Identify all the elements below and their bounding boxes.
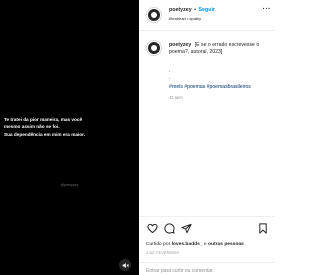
login-to-comment-link[interactable]: Entrar para curtir ou comentar. [146,268,214,274]
caption-dots: . . [169,68,170,81]
post-header: poetyzey • Seguir Ønwheart • apathy ··· [139,0,275,31]
liked-by-user[interactable]: loves.badds_ [172,242,203,247]
caption-time: 41 sem [169,95,183,100]
heart-icon[interactable] [146,222,158,234]
caption-avatar[interactable] [146,40,162,56]
speaker-muted-icon[interactable] [119,259,131,271]
comment-icon[interactable] [163,222,175,234]
overlay-line: mesmo assim não se foi. [4,124,60,130]
divider [139,216,275,217]
caption-username[interactable]: poetyzey [169,42,191,48]
avatar-icon [148,9,160,21]
caption-dot: . [169,68,171,74]
audio-link[interactable]: Ønwheart • apathy [169,16,201,21]
avatar-icon [148,42,160,54]
separator-dot: • [194,7,197,13]
post-date: 4 DE FEVEREIRO [146,251,180,255]
more-icon[interactable]: ··· [263,6,272,13]
overlay-line: Te tratei da pior maneira, mas você [4,117,83,122]
caption-hashtags[interactable]: #reels #poemas #poemasbrasileiros [169,84,251,90]
header-user-line: poetyzey • Seguir [169,7,215,13]
likes-summary: Curtido por loves.badds_ e outras pessoa… [146,242,244,247]
avatar[interactable] [146,7,162,23]
likes-prefix: Curtido por [146,242,171,247]
follow-button[interactable]: Seguir [199,7,215,13]
video-overlay-text: Te tratei da pior maneira, mas você mesm… [4,116,136,138]
share-icon[interactable] [180,222,192,234]
caption-dot: . [169,74,171,81]
comment-bar: Entrar para curtir ou comentar. [139,262,275,275]
post-panel: poetyzey • Seguir Ønwheart • apathy ··· … [139,0,275,275]
bookmark-icon[interactable] [257,222,269,234]
reel-video[interactable]: Te tratei da pior maneira, mas você mesm… [0,0,139,275]
post-caption: poetyzey [E se o errado escrevesse o poe… [169,42,273,56]
video-watermark: @poetyzey [60,183,79,187]
likes-others-link[interactable]: outras pessoas [208,242,244,247]
likes-middle: e [203,242,207,247]
username-link[interactable]: poetyzey [169,7,192,13]
overlay-line: Sua dependência em mim era maior. [4,131,86,137]
